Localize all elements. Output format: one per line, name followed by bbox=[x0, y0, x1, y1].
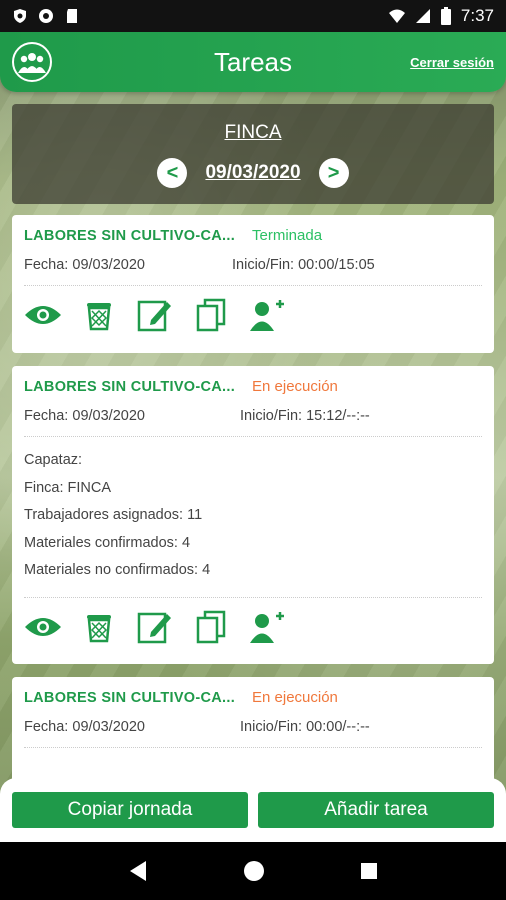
task-time: 00:00/--:-- bbox=[306, 719, 370, 735]
task-status: Terminada bbox=[252, 227, 323, 244]
task-time: 00:00/15:05 bbox=[298, 257, 375, 273]
copy-day-button[interactable]: Copiar jornada bbox=[12, 792, 248, 828]
logout-link[interactable]: Cerrar sesión bbox=[410, 55, 494, 70]
task-title: LABORES SIN CULTIVO-CA... bbox=[24, 689, 236, 706]
system-nav-bar bbox=[0, 842, 506, 900]
time-label: Inicio/Fin: bbox=[240, 719, 303, 735]
add-worker-icon[interactable] bbox=[248, 296, 286, 334]
current-date[interactable]: 09/03/2020 bbox=[205, 162, 300, 184]
copy-icon[interactable] bbox=[192, 608, 230, 646]
task-date: 09/03/2020 bbox=[72, 408, 145, 424]
battery-icon bbox=[440, 7, 451, 25]
delete-icon[interactable] bbox=[80, 296, 118, 334]
back-icon[interactable] bbox=[128, 860, 148, 882]
task-title: LABORES SIN CULTIVO-CA... bbox=[24, 378, 236, 395]
time-label: Inicio/Fin: bbox=[240, 408, 303, 424]
view-icon[interactable] bbox=[24, 608, 62, 646]
wifi-icon bbox=[388, 9, 405, 23]
farm-name[interactable]: FINCA bbox=[12, 122, 494, 144]
divider bbox=[24, 747, 482, 748]
status-bar: 7:37 bbox=[0, 0, 506, 32]
recents-icon[interactable] bbox=[360, 862, 378, 880]
task-time: 15:12/--:-- bbox=[306, 408, 370, 424]
shield-icon bbox=[14, 9, 26, 23]
task-status: En ejecución bbox=[252, 689, 338, 706]
circle-icon bbox=[39, 9, 53, 23]
date-label: Fecha: bbox=[24, 257, 69, 273]
task-card[interactable]: LABORES SIN CULTIVO-CA... En ejecución F… bbox=[12, 366, 494, 664]
group-logo-icon[interactable] bbox=[12, 42, 52, 82]
delete-icon[interactable] bbox=[80, 608, 118, 646]
view-icon[interactable] bbox=[24, 296, 62, 334]
task-date: 09/03/2020 bbox=[72, 719, 145, 735]
task-card[interactable]: LABORES SIN CULTIVO-CA... Terminada Fech… bbox=[12, 215, 494, 353]
divider bbox=[24, 596, 482, 598]
signal-icon bbox=[415, 9, 430, 23]
task-title: LABORES SIN CULTIVO-CA... bbox=[24, 227, 236, 244]
workers-row: Trabajadores asignados: 11 bbox=[24, 507, 203, 523]
edit-icon[interactable] bbox=[136, 296, 174, 334]
task-actions bbox=[24, 296, 482, 334]
date-label: Fecha: bbox=[24, 719, 69, 735]
task-details: Capataz: Finca: FINCA Trabajadores asign… bbox=[24, 447, 482, 585]
unconfirmed-materials-row: Materiales no confirmados: 4 bbox=[24, 562, 211, 578]
date-selector: < 09/03/2020 > bbox=[12, 158, 494, 188]
tasks-screen: Tareas Cerrar sesión FINCA < 09/03/2020 … bbox=[0, 32, 506, 842]
farm-row: Finca: FINCA bbox=[24, 479, 112, 496]
divider bbox=[24, 285, 482, 286]
home-icon[interactable] bbox=[243, 860, 265, 882]
task-actions bbox=[24, 608, 482, 646]
copy-icon[interactable] bbox=[192, 296, 230, 334]
task-date: 09/03/2020 bbox=[72, 257, 145, 273]
bottom-action-bar: Copiar jornada Añadir tarea bbox=[0, 778, 506, 842]
next-date-button[interactable]: > bbox=[318, 158, 349, 188]
clock: 7:37 bbox=[460, 6, 494, 25]
edit-icon[interactable] bbox=[136, 608, 174, 646]
task-status: En ejecución bbox=[252, 378, 338, 395]
time-label: Inicio/Fin: bbox=[232, 257, 295, 273]
prev-date-button[interactable]: < bbox=[157, 158, 188, 188]
add-worker-icon[interactable] bbox=[248, 608, 286, 646]
date-label: Fecha: bbox=[24, 408, 69, 424]
confirmed-materials-row: Materiales confirmados: 4 bbox=[24, 534, 191, 551]
sd-card-icon bbox=[67, 9, 77, 23]
foreman-row: Capataz: bbox=[24, 452, 83, 468]
app-bar: Tareas Cerrar sesión bbox=[0, 32, 506, 92]
add-task-button[interactable]: Añadir tarea bbox=[258, 792, 494, 828]
divider bbox=[24, 436, 482, 437]
farm-date-panel: FINCA < 09/03/2020 > bbox=[12, 104, 494, 204]
